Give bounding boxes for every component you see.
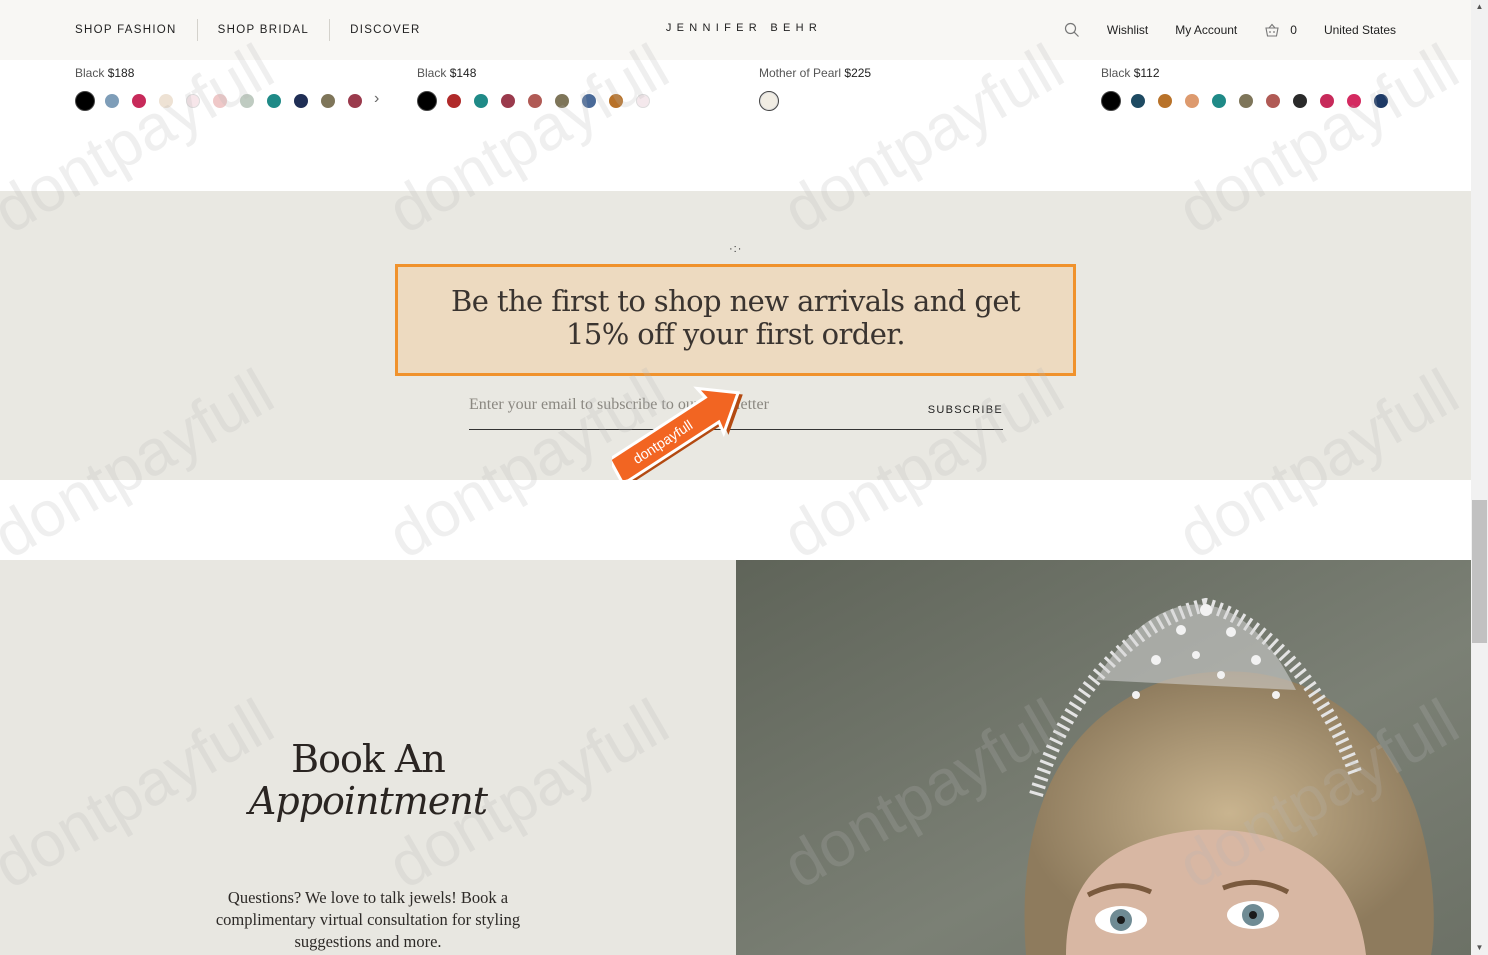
product-card: Black $112 <box>1101 66 1388 114</box>
color-swatch[interactable] <box>240 94 254 108</box>
color-swatch[interactable] <box>528 94 542 108</box>
color-swatch[interactable] <box>1266 94 1280 108</box>
color-swatch[interactable] <box>582 94 596 108</box>
utility-nav: Wishlist My Account 0 United States <box>1064 0 1396 60</box>
scrollbar-thumb[interactable] <box>1472 500 1487 643</box>
color-swatch[interactable] <box>294 94 308 108</box>
color-swatch[interactable] <box>186 94 200 108</box>
newsletter-section: ·:· Be the first to shop new arrivals an… <box>0 191 1471 485</box>
chevron-right-icon[interactable]: › <box>374 90 379 108</box>
product-price: $225 <box>844 66 872 80</box>
color-swatch[interactable] <box>132 94 146 108</box>
color-swatch[interactable] <box>417 91 437 111</box>
color-swatch[interactable] <box>348 94 362 108</box>
product-card: Black $148 <box>417 66 650 114</box>
color-swatch[interactable] <box>1320 94 1334 108</box>
color-swatch[interactable] <box>1158 94 1172 108</box>
scroll-down-arrow-icon[interactable]: ▼ <box>1471 941 1488 955</box>
appointment-title-line2: Appointment <box>248 779 488 823</box>
color-swatch[interactable] <box>447 94 461 108</box>
color-swatch[interactable] <box>1293 94 1307 108</box>
color-swatches: › <box>75 90 379 114</box>
region-selector[interactable]: United States <box>1324 23 1396 37</box>
product-color-name: Black <box>75 66 105 80</box>
color-swatch[interactable] <box>105 94 119 108</box>
appointment-description: Questions? We love to talk jewels! Book … <box>215 888 521 951</box>
page-scrollbar[interactable]: ▲ ▼ <box>1471 0 1488 955</box>
scroll-up-arrow-icon[interactable]: ▲ <box>1471 0 1488 14</box>
site-header: SHOP FASHION SHOP BRIDAL DISCOVER JENNIF… <box>0 0 1471 60</box>
color-swatch[interactable] <box>1185 94 1199 108</box>
color-swatch[interactable] <box>321 94 335 108</box>
color-swatch[interactable] <box>267 94 281 108</box>
product-price: $188 <box>107 66 135 80</box>
product-price-line: Black $148 <box>417 66 476 80</box>
product-row: Black $188 › Black $148 Mother of Pearl … <box>0 60 1471 191</box>
subscribe-button[interactable]: SUBSCRIBE <box>928 404 1003 416</box>
appointment-section: Book An Appointment Questions? We love t… <box>0 560 736 955</box>
product-price-line: Mother of Pearl $225 <box>759 66 871 80</box>
color-swatch[interactable] <box>759 91 779 111</box>
color-swatches <box>1101 91 1388 114</box>
color-swatch[interactable] <box>1101 91 1121 111</box>
search-icon[interactable] <box>1064 22 1080 38</box>
product-color-name: Mother of Pearl <box>759 66 842 80</box>
product-color-name: Black <box>1101 66 1131 80</box>
product-price-line: Black $188 <box>75 66 134 80</box>
color-swatch[interactable] <box>474 94 488 108</box>
product-color-name: Black <box>417 66 447 80</box>
color-swatch[interactable] <box>75 91 95 111</box>
color-swatch[interactable] <box>213 94 227 108</box>
basket-icon <box>1265 23 1279 37</box>
color-swatch[interactable] <box>501 94 515 108</box>
color-swatch[interactable] <box>1131 94 1145 108</box>
appointment-title: Book An Appointment <box>0 738 736 822</box>
color-swatch[interactable] <box>1374 94 1388 108</box>
my-account-link[interactable]: My Account <box>1175 23 1237 37</box>
color-swatches <box>417 91 650 114</box>
product-price: $112 <box>1133 66 1160 80</box>
color-swatch[interactable] <box>555 94 569 108</box>
color-swatch[interactable] <box>1347 94 1361 108</box>
product-card: Mother of Pearl $225 <box>759 66 871 114</box>
color-swatch[interactable] <box>1239 94 1253 108</box>
color-swatch[interactable] <box>159 94 173 108</box>
promo-highlight: Be the first to shop new arrivals and ge… <box>395 264 1076 376</box>
ornament-icon: ·:· <box>729 243 743 255</box>
newsletter-headline: Be the first to shop new arrivals and ge… <box>451 284 1021 351</box>
cart-button[interactable]: 0 <box>1264 23 1297 38</box>
promo-arrow-badge: dontpayfull <box>612 386 743 485</box>
product-price: $148 <box>449 66 477 80</box>
cart-count: 0 <box>1290 23 1297 37</box>
color-swatches <box>759 91 871 114</box>
wishlist-link[interactable]: Wishlist <box>1107 23 1148 37</box>
product-price-line: Black $112 <box>1101 66 1160 80</box>
appointment-title-line1: Book An <box>291 737 446 781</box>
color-swatch[interactable] <box>1212 94 1226 108</box>
color-swatch[interactable] <box>609 94 623 108</box>
bride-tiara-photo <box>736 560 1471 955</box>
spacer <box>0 480 1471 560</box>
color-swatch[interactable] <box>636 94 650 108</box>
product-card: Black $188 › <box>75 66 379 114</box>
